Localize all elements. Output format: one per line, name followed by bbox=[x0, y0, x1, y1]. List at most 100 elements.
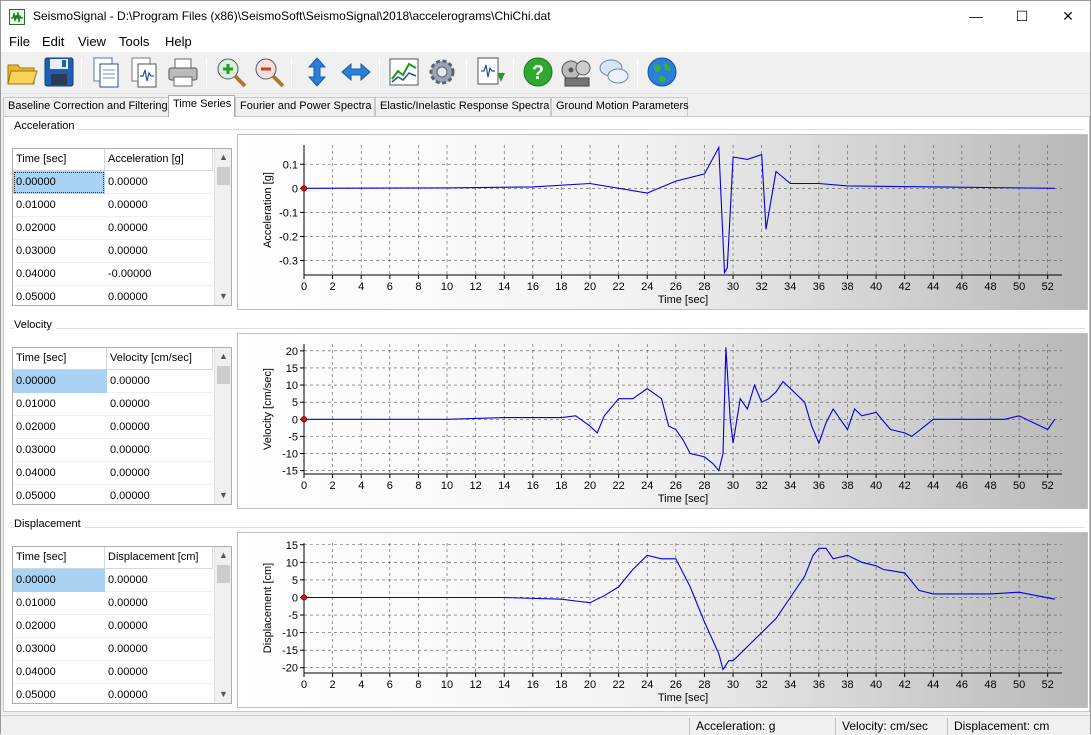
scroll-up-icon[interactable]: ▲ bbox=[215, 348, 231, 365]
table-row[interactable]: 0.05000 0.00000 bbox=[13, 684, 213, 703]
table-cell[interactable]: 0.00000 bbox=[107, 416, 213, 439]
table-cell[interactable]: 0.00000 bbox=[105, 592, 213, 615]
scroll-up-icon[interactable]: ▲ bbox=[215, 547, 231, 564]
table-cell[interactable]: 0.01000 bbox=[13, 393, 107, 416]
table-scrollbar[interactable]: ▲ ▼ bbox=[214, 547, 231, 703]
table-row[interactable]: 0.01000 0.00000 bbox=[13, 592, 213, 615]
table-row[interactable]: 0.04000 0.00000 bbox=[13, 462, 213, 485]
tab-time-series[interactable]: Time Series bbox=[168, 95, 235, 117]
table-row[interactable]: 0.04000 0.00000 bbox=[13, 661, 213, 684]
table-cell[interactable]: 0.00000 bbox=[107, 462, 213, 485]
table-scrollbar[interactable]: ▲ ▼ bbox=[214, 348, 231, 504]
zoom-in-button[interactable] bbox=[214, 55, 248, 89]
open-button[interactable] bbox=[5, 55, 39, 89]
table-cell[interactable]: 0.00000 bbox=[105, 171, 213, 194]
copy-button[interactable] bbox=[89, 55, 123, 89]
table-cell[interactable]: 0.04000 bbox=[13, 661, 105, 684]
table-scrollbar[interactable]: ▲ ▼ bbox=[214, 149, 231, 305]
website-button[interactable] bbox=[645, 55, 679, 89]
acceleration-chart[interactable]: 0 2 4 6 8 10 12 14 16 18 20 22 24 26 28 30 32 34 36 38 40 42 4… bbox=[237, 134, 1088, 310]
table-cell[interactable]: 0.04000 bbox=[13, 462, 107, 485]
table-cell[interactable]: 0.02000 bbox=[13, 615, 105, 638]
vertical-fit-button[interactable] bbox=[300, 55, 334, 89]
displacement-table[interactable]: Time [sec] Displacement [cm] 0.00000 0.00… bbox=[12, 546, 232, 704]
tutorial-video-button[interactable] bbox=[559, 55, 593, 89]
minimize-button[interactable]: — bbox=[953, 1, 999, 32]
menu-help[interactable]: Help bbox=[165, 34, 192, 49]
table-cell[interactable]: 0.00000 bbox=[107, 485, 213, 504]
maximize-button[interactable]: ☐ bbox=[999, 1, 1045, 32]
table-cell[interactable]: -0.00000 bbox=[105, 263, 213, 286]
table-cell[interactable]: 0.03000 bbox=[13, 240, 105, 263]
menu-edit[interactable]: Edit bbox=[42, 34, 64, 49]
table-cell[interactable]: 0.01000 bbox=[13, 592, 105, 615]
column-header-value[interactable]: Displacement [cm] bbox=[105, 547, 213, 569]
print-button[interactable] bbox=[166, 55, 200, 89]
table-cell[interactable]: 0.02000 bbox=[13, 416, 107, 439]
table-cell[interactable]: 0.03000 bbox=[13, 439, 107, 462]
settings-button[interactable] bbox=[425, 55, 459, 89]
copy-signal-button[interactable] bbox=[127, 55, 161, 89]
feedback-button[interactable] bbox=[597, 55, 631, 89]
table-cell[interactable]: 0.04000 bbox=[13, 263, 105, 286]
table-cell[interactable]: 0.00000 bbox=[105, 638, 213, 661]
table-row[interactable]: 0.01000 0.00000 bbox=[13, 393, 213, 416]
column-header-time[interactable]: Time [sec] bbox=[13, 547, 105, 569]
scroll-thumb[interactable] bbox=[217, 167, 230, 185]
column-header-time[interactable]: Time [sec] bbox=[13, 149, 105, 171]
table-cell[interactable]: 0.00000 bbox=[105, 615, 213, 638]
table-cell[interactable]: 0.00000 bbox=[13, 569, 105, 592]
save-button[interactable] bbox=[42, 55, 76, 89]
table-cell[interactable]: 0.01000 bbox=[13, 194, 105, 217]
table-row[interactable]: 0.02000 0.00000 bbox=[13, 416, 213, 439]
scroll-down-icon[interactable]: ▼ bbox=[215, 487, 231, 504]
export-signal-button[interactable] bbox=[473, 55, 507, 89]
table-row[interactable]: 0.01000 0.00000 bbox=[13, 194, 213, 217]
table-row[interactable]: 0.05000 0.00000 bbox=[13, 286, 213, 305]
table-row[interactable]: 0.03000 0.00000 bbox=[13, 638, 213, 661]
column-header-value[interactable]: Velocity [cm/sec] bbox=[107, 348, 213, 370]
table-row[interactable]: 0.00000 0.00000 bbox=[13, 171, 213, 194]
table-cell[interactable]: 0.00000 bbox=[107, 439, 213, 462]
column-header-time[interactable]: Time [sec] bbox=[13, 348, 107, 370]
scroll-down-icon[interactable]: ▼ bbox=[215, 686, 231, 703]
table-row[interactable]: 0.03000 0.00000 bbox=[13, 439, 213, 462]
menu-view[interactable]: View bbox=[78, 34, 106, 49]
table-cell[interactable]: 0.00000 bbox=[105, 240, 213, 263]
table-cell[interactable]: 0.02000 bbox=[13, 217, 105, 240]
scroll-thumb[interactable] bbox=[217, 565, 230, 583]
horizontal-fit-button[interactable] bbox=[339, 55, 373, 89]
table-cell[interactable]: 0.00000 bbox=[105, 286, 213, 305]
table-cell[interactable]: 0.03000 bbox=[13, 638, 105, 661]
table-cell[interactable]: 0.00000 bbox=[105, 217, 213, 240]
velocity-chart[interactable]: 0 2 4 6 8 10 12 14 16 18 20 22 24 26 28 30 32 34 36 38 40 42 4… bbox=[237, 333, 1088, 509]
zoom-out-button[interactable] bbox=[252, 55, 286, 89]
table-cell[interactable]: 0.00000 bbox=[105, 194, 213, 217]
close-button[interactable]: ✕ bbox=[1045, 1, 1091, 32]
scroll-down-icon[interactable]: ▼ bbox=[215, 288, 231, 305]
tab-fourier-power-spectra[interactable]: Fourier and Power Spectra bbox=[235, 97, 375, 116]
tab-ground-motion-parameters[interactable]: Ground Motion Parameters bbox=[551, 97, 689, 116]
table-row[interactable]: 0.03000 0.00000 bbox=[13, 240, 213, 263]
table-cell[interactable]: 0.00000 bbox=[107, 370, 213, 393]
table-cell[interactable]: 0.00000 bbox=[105, 569, 213, 592]
table-row[interactable]: 0.00000 0.00000 bbox=[13, 370, 213, 393]
table-cell[interactable]: 0.00000 bbox=[105, 661, 213, 684]
menu-file[interactable]: File bbox=[9, 34, 30, 49]
table-cell[interactable]: 0.05000 bbox=[13, 286, 105, 305]
table-cell[interactable]: 0.00000 bbox=[13, 171, 105, 194]
table-row[interactable]: 0.00000 0.00000 bbox=[13, 569, 213, 592]
table-cell[interactable]: 0.00000 bbox=[13, 370, 107, 393]
table-cell[interactable]: 0.05000 bbox=[13, 684, 105, 703]
acceleration-table[interactable]: Time [sec] Acceleration [g] 0.00000 0.000… bbox=[12, 148, 232, 306]
scroll-up-icon[interactable]: ▲ bbox=[215, 149, 231, 166]
displacement-chart[interactable]: 0 2 4 6 8 10 12 14 16 18 20 22 24 26 28 30 32 34 36 38 40 42 4… bbox=[237, 532, 1088, 708]
table-row[interactable]: 0.02000 0.00000 bbox=[13, 217, 213, 240]
table-row[interactable]: 0.04000 -0.00000 bbox=[13, 263, 213, 286]
menu-tools[interactable]: Tools bbox=[119, 34, 149, 49]
tab-response-spectra[interactable]: Elastic/Inelastic Response Spectra bbox=[375, 97, 551, 116]
velocity-table[interactable]: Time [sec] Velocity [cm/sec] 0.00000 0.00… bbox=[12, 347, 232, 505]
table-row[interactable]: 0.05000 0.00000 bbox=[13, 485, 213, 504]
table-cell[interactable]: 0.05000 bbox=[13, 485, 107, 504]
chart-settings-button[interactable] bbox=[387, 55, 421, 89]
